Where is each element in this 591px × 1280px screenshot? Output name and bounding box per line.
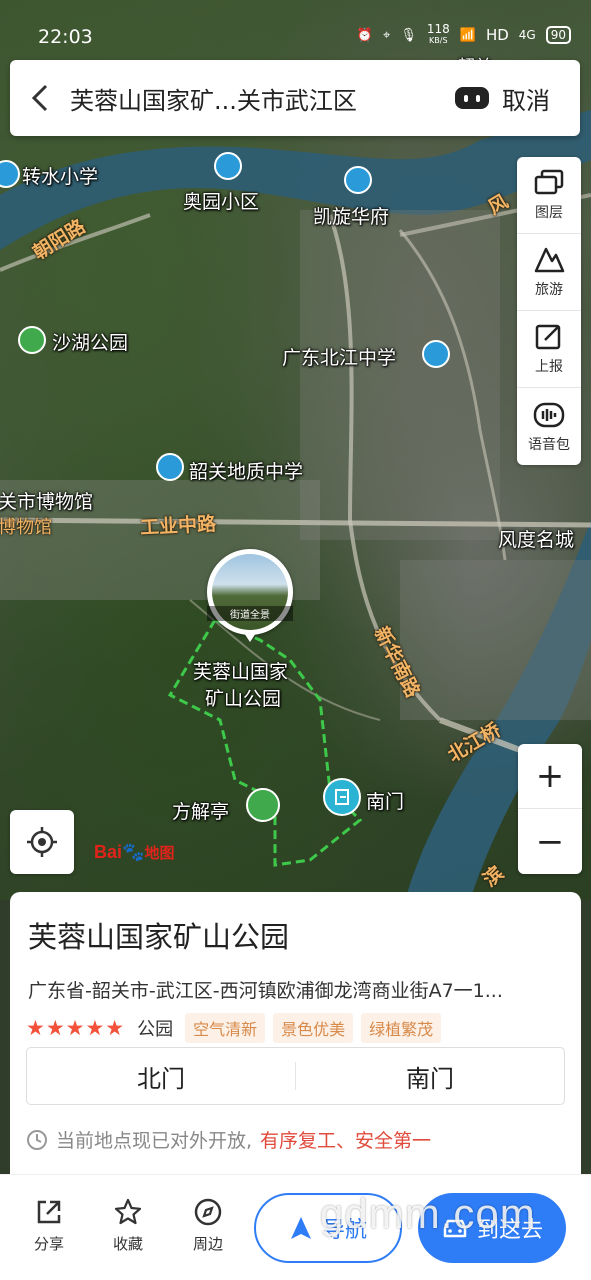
watermark: gdmm.com	[320, 1190, 536, 1237]
school-pin-icon[interactable]	[156, 453, 184, 481]
network-type: 4G	[518, 28, 536, 42]
voice-assistant-button[interactable]	[442, 60, 502, 136]
cancel-button[interactable]: 取消	[502, 81, 580, 116]
navigate-arrow-icon	[290, 1217, 311, 1239]
gate-north-button[interactable]: 北门	[27, 1048, 295, 1104]
place-meta: ★★★★★ 公园 空气清新 景色优美 绿植繁茂	[26, 1013, 442, 1043]
poi-nanmen[interactable]: 南门	[366, 787, 404, 814]
clock-icon	[27, 1129, 47, 1150]
gates-selector: 北门 南门	[26, 1047, 565, 1105]
chevron-left-icon	[31, 84, 48, 112]
poi-dizhi-school[interactable]: 韶关地质中学	[189, 457, 303, 484]
travel-icon	[534, 247, 565, 273]
star-icon	[114, 1198, 142, 1225]
locate-me-button[interactable]	[10, 810, 74, 874]
hd-badge: HD	[485, 26, 509, 44]
park-name-line1[interactable]: 芙蓉山国家	[193, 657, 288, 684]
share-button[interactable]: 分享	[19, 1197, 79, 1254]
residence-pin-icon[interactable]	[344, 166, 372, 194]
status-bar: 22:03 ⏰ ⌖ 🎙 118 KB/S 📶 HD 4G 90	[0, 0, 591, 54]
voice-pack-icon	[533, 402, 565, 427]
road-gongyezhong: 工业中路	[139, 513, 217, 539]
park-name-line2[interactable]: 矿山公园	[205, 684, 281, 711]
notice-text: 当前地点现已对外开放,	[56, 1130, 253, 1152]
poi-kaixuan[interactable]: 凯旋华府	[313, 202, 389, 229]
poi-fengdu[interactable]: 风度名城	[498, 525, 574, 552]
tool-layers[interactable]: 图层	[517, 157, 581, 234]
gate-south-button[interactable]: 南门	[296, 1048, 564, 1104]
poi-fangjie[interactable]: 方解亭	[172, 797, 229, 824]
tool-report[interactable]: 上报	[517, 311, 581, 388]
place-category: 公园	[137, 1019, 174, 1040]
alarm-icon: ⏰	[356, 27, 373, 43]
nearby-button[interactable]: 周边	[178, 1197, 238, 1254]
pavilion-pin-icon[interactable]	[246, 788, 280, 822]
crosshair-icon	[27, 827, 57, 857]
zoom-in-button[interactable]: +	[518, 744, 582, 809]
location-icon: ⌖	[383, 27, 391, 43]
poi-museum[interactable]: 关市博物馆	[0, 487, 93, 514]
mic-icon: 🎙	[400, 27, 417, 43]
tag-item: 景色优美	[273, 1013, 354, 1043]
tag-item: 空气清新	[185, 1013, 266, 1043]
poi-beijiang-school[interactable]: 广东北江中学	[282, 343, 396, 370]
tool-travel[interactable]: 旅游	[517, 234, 581, 311]
tag-item: 绿植繁茂	[361, 1013, 442, 1043]
voice-assistant-icon	[455, 87, 489, 109]
notice-highlight: 有序复工、安全第一	[260, 1130, 432, 1152]
residence-pin-icon[interactable]	[214, 152, 242, 180]
map-tools-panel: 图层 旅游 上报 语音包	[517, 157, 581, 465]
search-title[interactable]: 芙蓉山国家矿...关市武江区	[70, 81, 442, 116]
rating-stars: ★★★★★	[26, 1016, 126, 1040]
street-view-bubble[interactable]: 街道全景	[207, 549, 293, 642]
school-pin-icon[interactable]	[422, 340, 450, 368]
poi-zhuanshui[interactable]: 转水小学	[22, 162, 98, 189]
back-button[interactable]	[10, 60, 70, 136]
street-view-caption: 街道全景	[207, 606, 293, 621]
layers-icon	[534, 169, 564, 195]
baidu-logo: Bai🐾地图	[94, 842, 175, 862]
open-notice: 当前地点现已对外开放, 有序复工、安全第一	[26, 1126, 431, 1153]
tool-voice-pack[interactable]: 语音包	[517, 388, 581, 465]
network-speed: 118 KB/S	[426, 22, 450, 45]
share-icon	[37, 1200, 61, 1224]
park-pin-icon[interactable]	[18, 326, 46, 354]
poi-museum-road: 博物馆	[0, 517, 52, 538]
report-edit-icon	[535, 324, 561, 350]
compass-icon	[194, 1198, 222, 1226]
battery-icon: 90	[545, 26, 571, 44]
place-detail-sheet[interactable]: 芙蓉山国家矿山公园 广东省-韶关市-武江区-西河镇欧浦御龙湾商业街A7一1...…	[10, 892, 581, 1174]
gate-pin-icon[interactable]	[323, 778, 361, 816]
place-address: 广东省-韶关市-武江区-西河镇欧浦御龙湾商业街A7一1...	[28, 980, 503, 1002]
wifi-icon: 📶	[459, 27, 476, 43]
zoom-out-button[interactable]: −	[518, 809, 582, 874]
search-bar: 芙蓉山国家矿...关市武江区 取消	[10, 60, 580, 136]
place-name: 芙蓉山国家矿山公园	[28, 920, 290, 954]
poi-aoyuan[interactable]: 奥园小区	[183, 187, 259, 214]
zoom-control: + −	[518, 744, 582, 874]
favorite-button[interactable]: 收藏	[98, 1197, 158, 1254]
poi-shahu[interactable]: 沙湖公园	[52, 328, 128, 355]
status-time: 22:03	[38, 26, 93, 48]
